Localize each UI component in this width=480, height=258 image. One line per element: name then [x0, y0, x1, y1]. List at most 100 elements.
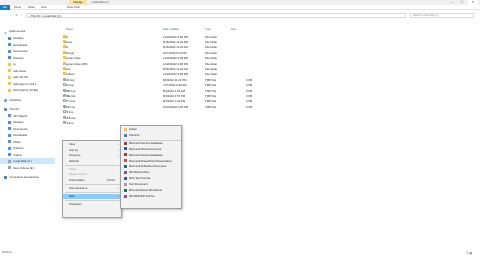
rtf-icon: [124, 176, 127, 180]
blue-folder-icon: [8, 146, 12, 150]
menu-item-undo-delete[interactable]: Undo Delete Ctrl+Z: [63, 178, 122, 184]
context-menu: View › Sort by › Group by › Refresh Paste Paste …: [62, 140, 122, 218]
blue-folder-icon: [8, 36, 12, 40]
navigation-pane: ★ Quick access Desktop Downloads Documents Pi…: [0, 28, 55, 250]
menu-item-label: Microsoft Publisher Document: [129, 164, 167, 169]
nav-item-desktop[interactable]: Desktop: [0, 35, 55, 41]
menu-item-label: View: [69, 142, 76, 146]
menu-item-label: Give access to: [69, 185, 88, 190]
star-icon: ★: [4, 30, 7, 35]
menu-item-new[interactable]: New ›: [63, 193, 122, 199]
view-toggle-icons[interactable]: ☰ ▦: [466, 251, 472, 255]
drive-folder-icon: [8, 166, 12, 170]
menu-item-label: Text Document: [129, 182, 148, 187]
nav-item-this-pc[interactable]: This PC: [0, 106, 55, 112]
nav-item-quick-access[interactable]: ★ Quick access: [0, 28, 55, 35]
blue-folder-icon: [8, 153, 12, 157]
nav-item-label: OneDrive: [9, 98, 22, 102]
new-microsoft-powerpoint-presentation[interactable]: Microsoft PowerPoint Presentation: [121, 159, 182, 165]
folder-icon: [63, 66, 67, 70]
nav-item-new-volume-e-[interactable]: New Volume (E:): [0, 165, 55, 171]
nav-item-downloads[interactable]: Downloads: [0, 42, 55, 48]
nav-item-dell-cansa[interactable]: dell cansa: [0, 68, 55, 74]
word-icon: [124, 147, 127, 151]
new-microsoft-excel-worksheet[interactable]: Microsoft Excel Worksheet: [121, 188, 182, 194]
nav-item-dell-inky-bill[interactable]: dell inky bill: [0, 74, 55, 80]
menu-item-label: Sort by: [69, 147, 78, 152]
nav-item-downloads[interactable]: Downloads: [0, 132, 55, 138]
file-icon: [63, 115, 67, 119]
shortcut-icon: [124, 133, 127, 137]
folder-icon: [63, 72, 67, 75]
nav-item-label: Dell Inspiron 16 Ba|: [13, 88, 38, 92]
menu-item-properties[interactable]: Properties: [63, 202, 122, 208]
nav-item-3d-objects[interactable]: 3D Objects: [0, 113, 55, 119]
new-winrar-zip-archive[interactable]: WinRAR ZIP archive: [121, 194, 182, 200]
new-microsoft-word-document[interactable]: Microsoft Word Document: [121, 147, 182, 153]
folder-folder-icon: [8, 62, 12, 66]
nav-item-tp[interactable]: tp: [0, 61, 55, 67]
new-shortcut[interactable]: Shortcut: [121, 133, 182, 139]
column-header-name[interactable]: Name: [66, 27, 73, 32]
column-header-type[interactable]: Type: [205, 27, 211, 32]
file-name: CFF.tmp: [63, 120, 74, 126]
file-icon: [63, 120, 67, 124]
folder-folder-icon: [8, 82, 12, 86]
net-folder-icon: [4, 175, 8, 179]
tab-drive-tools[interactable]: Drive Tools: [67, 5, 80, 10]
nav-item-computers-and-devices[interactable]: Computers and devices: [0, 174, 55, 180]
nav-item-dell-page-ho-civil-s[interactable]: dell page ho civil s: [0, 81, 55, 87]
menu-item-give-access-to[interactable]: Give access to ›: [63, 186, 122, 192]
blue-folder-icon: [8, 127, 12, 131]
new-rich-text-format[interactable]: Rich Text Format: [121, 176, 182, 182]
nav-item-pictures[interactable]: Pictures: [0, 55, 55, 61]
tab-view[interactable]: View: [41, 5, 47, 10]
new-microsoft-access-database[interactable]: Microsoft Access Database: [121, 141, 182, 147]
nav-item-label: Documents: [13, 126, 28, 131]
new-folder[interactable]: Folder: [121, 127, 182, 133]
nav-item-label: 3D Objects: [13, 113, 28, 118]
file-icon: [63, 110, 67, 113]
file-tab[interactable]: File: [0, 5, 10, 10]
menu-item-label: Shortcut: [129, 132, 140, 137]
nav-item-videos[interactable]: Videos: [0, 152, 55, 158]
menu-item-label: WinRAR archive: [129, 170, 150, 175]
access-icon: [124, 141, 127, 145]
rar-icon: [124, 171, 127, 175]
search-input[interactable]: Search Local Disk (C:): [410, 13, 474, 18]
menu-item-label: Group by: [69, 153, 81, 157]
new-microsoft-publisher-document[interactable]: Microsoft Publisher Document: [121, 164, 182, 170]
nav-item-dell-inspiron-16-ba-[interactable]: Dell Inspiron 16 Ba|: [0, 87, 55, 93]
nav-item-desktop[interactable]: Desktop: [0, 119, 55, 125]
navigation-arrows[interactable]: ← → ▾ ↑: [2, 13, 24, 17]
blue-folder-icon: [8, 43, 12, 47]
nav-item-label: tp: [13, 62, 16, 66]
chevron-right-icon: ›: [118, 186, 119, 190]
menu-item-label: Properties: [69, 201, 82, 206]
nav-item-onedrive[interactable]: OneDrive: [0, 97, 55, 103]
nav-item-music[interactable]: Music: [0, 139, 55, 145]
column-header-date[interactable]: Date modified: [163, 27, 179, 32]
nav-item-pictures[interactable]: Pictures: [0, 145, 55, 151]
tab-home[interactable]: Home: [14, 5, 21, 10]
nav-item-local-disk-c-[interactable]: Local Disk (C:): [0, 158, 55, 165]
folder-icon: [63, 56, 67, 59]
nav-item-documents[interactable]: Documents: [0, 48, 55, 54]
file-icon: [63, 99, 67, 102]
nav-item-label: Desktop: [13, 36, 24, 40]
new-text-document[interactable]: Text Document: [121, 182, 182, 188]
nav-item-label: This PC: [9, 107, 20, 111]
new-winrar-archive[interactable]: WinRAR archive: [121, 170, 182, 176]
tab-share[interactable]: Share: [28, 5, 35, 10]
cloud-folder-icon: [4, 98, 8, 102]
nav-item-label: Local Disk (C:): [13, 159, 32, 163]
nav-item-documents[interactable]: Documents: [0, 126, 55, 132]
column-header-size[interactable]: Size: [231, 27, 236, 32]
zip-icon: [124, 194, 127, 198]
access-icon: [124, 153, 127, 157]
new-microsoft-access-database[interactable]: Microsoft Access Database: [121, 153, 182, 159]
address-bar[interactable]: › This PC › Local Disk (C:): [26, 13, 406, 18]
new-submenu: Folder Shortcut Microsoft Access Database M…: [120, 125, 182, 209]
nav-item-label: dell cansa: [13, 68, 26, 73]
menu-item-refresh[interactable]: Refresh: [63, 159, 122, 165]
